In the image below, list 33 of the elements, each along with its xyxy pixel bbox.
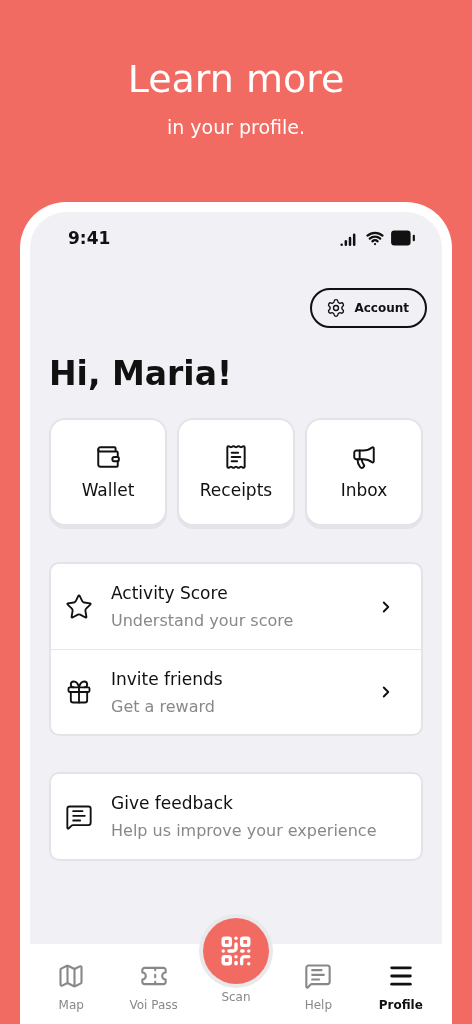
nav-tab[interactable]: Voi Pass xyxy=(112,944,195,1024)
menu-row[interactable]: Give feedback Help us improve your experience xyxy=(51,774,421,859)
nav-tab[interactable]: Map xyxy=(30,944,113,1024)
wifi-icon xyxy=(366,229,384,247)
megaphone-icon xyxy=(351,444,377,470)
map-icon xyxy=(57,962,86,990)
nav-tab[interactable]: Help xyxy=(277,944,360,1024)
subheadline: in your profile. xyxy=(166,115,306,140)
gift-icon xyxy=(65,678,93,706)
row-subtitle: Understand your score xyxy=(111,611,295,630)
settings-icon xyxy=(326,298,347,318)
shortcut-tile[interactable]: Inbox xyxy=(305,418,423,526)
account-button[interactable]: Account xyxy=(310,288,427,328)
menu-row[interactable]: Invite friends Get a reward xyxy=(51,649,421,734)
scan-fab[interactable] xyxy=(203,918,269,984)
nav-tab[interactable]: Profile xyxy=(359,944,442,1024)
row-title: Invite friends xyxy=(111,668,224,689)
shortcut-tile[interactable]: Wallet xyxy=(49,418,167,526)
row-title: Activity Score xyxy=(111,583,229,603)
row-title: Give feedback xyxy=(111,793,234,813)
row-subtitle: Get a reward xyxy=(111,696,216,716)
wallet-icon xyxy=(95,444,121,470)
shortcut-tile[interactable]: Receipts xyxy=(177,418,295,526)
star-icon xyxy=(65,592,93,621)
status-time: 9:41 xyxy=(68,228,111,248)
qr-icon xyxy=(219,934,253,968)
menu-row[interactable]: Activity Score Understand your score xyxy=(51,564,421,649)
scan-tab[interactable]: Scan xyxy=(194,918,278,1024)
row-subtitle: Help us improve your experience xyxy=(111,821,378,840)
message-icon xyxy=(304,962,333,990)
headline: Learn more xyxy=(127,56,345,102)
greeting: Hi, Maria! xyxy=(49,354,233,394)
receipt-icon xyxy=(223,444,249,470)
